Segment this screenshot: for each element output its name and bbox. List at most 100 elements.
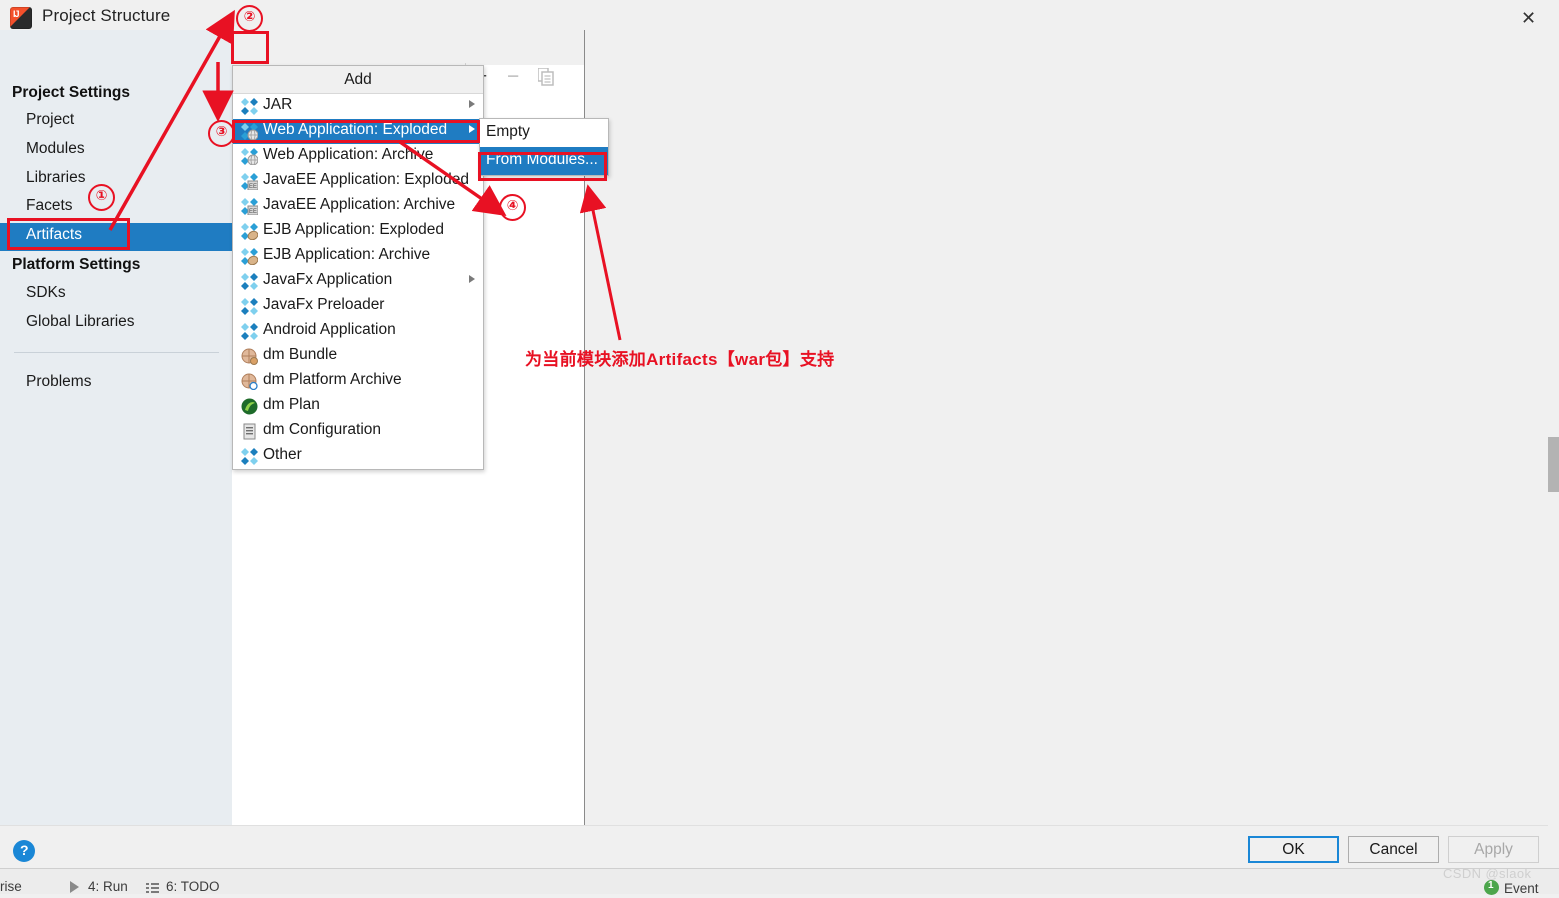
marker-2: ② (236, 5, 263, 32)
add-menu-item[interactable]: JavaFx Preloader (233, 294, 483, 319)
add-menu-item-label: EJB Application: Archive (263, 246, 431, 263)
add-menu-item[interactable]: Android Application (233, 319, 483, 344)
add-menu-item[interactable]: JAR (233, 94, 483, 119)
sidebar-item-sdks[interactable]: SDKs (0, 281, 232, 309)
add-menu-item-label: dm Plan (263, 396, 320, 413)
add-menu-item-label: EJB Application: Exploded (263, 221, 444, 238)
add-menu-item-label: JavaFx Preloader (263, 296, 385, 313)
sidebar-group-project-settings: Project Settings (12, 84, 130, 101)
remove-artifact-button[interactable]: − (502, 64, 530, 92)
sidebar-item-problems[interactable]: Problems (0, 370, 232, 398)
add-menu-item[interactable]: dm Platform Archive (233, 369, 483, 394)
svg-text:EE: EE (249, 209, 257, 215)
status-enterprise-label: rprise (0, 879, 22, 894)
ok-button[interactable]: OK (1248, 836, 1339, 863)
add-menu-item-label: JavaEE Application: Archive (263, 196, 456, 213)
intellij-idea-logo-icon (10, 7, 32, 29)
javaee-icon: EE (241, 173, 259, 191)
help-glyph: ? (20, 842, 29, 858)
android-icon (241, 323, 258, 340)
settings-sidebar: Project Settings Project Modules Librari… (0, 30, 232, 830)
submenu-arrow-icon (469, 275, 475, 283)
todo-icon (146, 881, 159, 893)
help-icon[interactable]: ? (13, 840, 35, 862)
add-menu-item-label: dm Configuration (263, 421, 382, 438)
add-menu-item-label: Android Application (263, 321, 396, 338)
ide-status-bar: rprise 4: Run 6: TODO (0, 868, 1559, 894)
submenu-arrow-icon (469, 100, 475, 108)
status-todo-tab[interactable]: 6: TODO (166, 879, 220, 894)
event-count: 1 (1488, 880, 1494, 891)
sidebar-item-modules[interactable]: Modules (0, 137, 232, 165)
sidebar-item-libraries[interactable]: Libraries (0, 166, 232, 194)
add-menu-item-label: dm Bundle (263, 346, 338, 363)
add-menu-item[interactable]: EE JavaEE Application: Exploded (233, 169, 483, 194)
sidebar-item-label: Problems (26, 373, 92, 390)
run-icon[interactable] (70, 881, 79, 893)
sidebar-item-label: Project (26, 111, 75, 128)
watermark-text: CSDN @slaok (1443, 866, 1532, 881)
javafx-icon (241, 298, 258, 315)
svg-text:EE: EE (249, 184, 257, 190)
add-menu-item[interactable]: Web Application: Archive (233, 144, 483, 169)
highlight-box-add-button (231, 31, 269, 64)
add-menu-item-label: JavaEE Application: Exploded (263, 171, 469, 188)
window-title: Project Structure (42, 6, 171, 25)
dm-platform-icon (241, 373, 258, 391)
event-log-label[interactable]: Event (1504, 881, 1539, 896)
minus-icon: − (507, 65, 520, 88)
sidebar-item-label: Modules (26, 140, 85, 157)
copy-icon (537, 67, 554, 86)
annotation-note: 为当前模块添加Artifacts【war包】支持 (525, 350, 835, 369)
artifacts-toolbar: + − (232, 30, 585, 91)
sidebar-item-label: Global Libraries (26, 313, 135, 330)
copy-artifact-button[interactable] (534, 64, 562, 92)
close-icon[interactable]: ✕ (1499, 0, 1559, 35)
sidebar-divider (14, 352, 219, 353)
highlight-box-web-app-exploded (232, 120, 480, 143)
close-glyph: ✕ (1521, 8, 1537, 28)
dm-bundle-icon (241, 348, 258, 365)
other-icon (241, 448, 258, 465)
sidebar-item-global-libraries[interactable]: Global Libraries (0, 310, 232, 338)
add-menu-item[interactable]: Other (233, 444, 483, 469)
web-app-icon (241, 148, 259, 166)
add-menu-item[interactable]: JavaFx Application (233, 269, 483, 294)
add-menu-item[interactable]: EJB Application: Archive (233, 244, 483, 269)
add-menu-item-list: JAR Web Application: Exploded Web Applic… (233, 94, 483, 469)
sidebar-item-label: Libraries (26, 169, 86, 186)
sidebar-item-label: SDKs (26, 284, 66, 301)
ejb-icon (241, 223, 259, 241)
javaee-icon: EE (241, 198, 259, 216)
submenu-item-empty[interactable]: Empty (480, 119, 608, 147)
marker-3: ③ (208, 120, 235, 147)
dm-config-icon (241, 423, 258, 440)
ejb-icon (241, 248, 259, 266)
cancel-button[interactable]: Cancel (1348, 836, 1439, 863)
add-menu-item[interactable]: EE JavaEE Application: Archive (233, 194, 483, 219)
add-menu-item[interactable]: dm Configuration (233, 419, 483, 444)
highlight-box-from-modules (478, 152, 607, 181)
add-menu-item-label: Web Application: Archive (263, 146, 434, 163)
sidebar-group-platform-settings: Platform Settings (12, 256, 141, 273)
jar-icon (241, 98, 258, 115)
add-menu-item-label: Other (263, 446, 302, 463)
add-menu-item[interactable]: dm Plan (233, 394, 483, 419)
marker-1: ① (88, 184, 115, 211)
marker-4: ④ (499, 194, 526, 221)
add-menu-title: Add (233, 66, 483, 94)
arrow-note-to-from-modules (579, 184, 622, 341)
status-run-tab[interactable]: 4: Run (88, 879, 128, 894)
add-menu-item-label: JAR (263, 96, 293, 113)
highlight-box-artifacts (7, 218, 130, 250)
vertical-scrollbar-thumb[interactable] (1548, 437, 1559, 492)
sidebar-item-project[interactable]: Project (0, 108, 232, 136)
dm-plan-icon (241, 398, 258, 415)
add-menu-item-label: dm Platform Archive (263, 371, 402, 388)
submenu-item-label: Empty (486, 123, 530, 140)
add-menu-item-label: JavaFx Application (263, 271, 393, 288)
sidebar-item-label: Facets (26, 197, 73, 214)
add-menu-item[interactable]: dm Bundle (233, 344, 483, 369)
javafx-icon (241, 273, 258, 290)
add-menu-item[interactable]: EJB Application: Exploded (233, 219, 483, 244)
